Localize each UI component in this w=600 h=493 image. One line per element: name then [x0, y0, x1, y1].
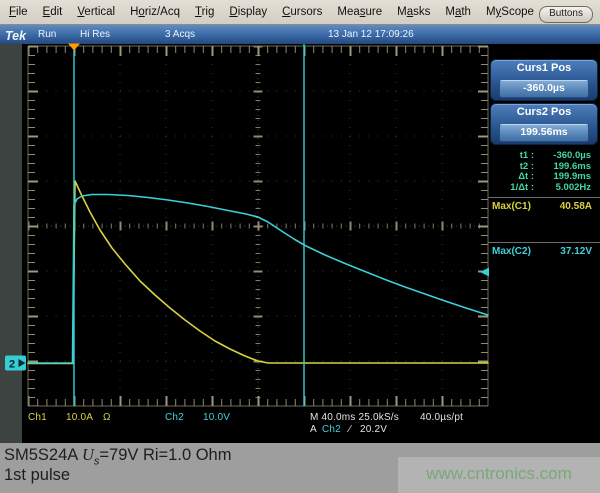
- separator: [488, 242, 600, 243]
- cursor-delta-readout: t1 :-360.0µst2 :199.6msΔt :199.9ms1/Δt :…: [488, 150, 598, 192]
- cursor2-pos-value[interactable]: 199.56ms: [499, 124, 589, 142]
- caption-conditions: =79V Ri=1.0 Ohm: [99, 446, 231, 464]
- cursor2-pos-panel: Curs2 Pos 199.56ms: [490, 103, 598, 145]
- ch1-scale[interactable]: 10.0A: [66, 412, 93, 423]
- trigger-level-marker[interactable]: [480, 268, 489, 277]
- trigger-level-readout[interactable]: 20.2V: [360, 424, 387, 435]
- readout-value: 5.002Hz: [534, 182, 598, 193]
- cursor1-pos-value[interactable]: -360.0µs: [499, 80, 589, 98]
- measurement-value: 40.58A: [560, 201, 592, 212]
- ch2-ground-marker[interactable]: 2: [5, 356, 26, 371]
- cursor1-pos-title: Curs1 Pos: [491, 62, 597, 74]
- sample-resolution: 40.0µs/pt: [420, 412, 463, 423]
- readout-value: 199.9ms: [534, 171, 598, 182]
- measurement-max-c1: Max(C1) 40.58A: [488, 201, 598, 213]
- measurement-max-c2: Max(C2) 37.12V: [488, 246, 598, 258]
- cursor-readout-row: t2 :199.6ms: [488, 161, 598, 172]
- trigger-prefix: A: [310, 424, 317, 435]
- trigger-position-marker[interactable]: [68, 44, 80, 51]
- oscilloscope-screen: FileEditVerticalHoriz/AcqTrigDisplayCurs…: [0, 0, 600, 493]
- cursor1-pos-panel: Curs1 Pos -360.0µs: [490, 59, 598, 101]
- readout-label: Δt :: [488, 171, 534, 182]
- readout-value: -360.0µs: [534, 150, 598, 161]
- timebase-readout[interactable]: M 40.0ms 25.0kS/s: [310, 412, 399, 423]
- ch2-trace: [28, 195, 488, 364]
- readout-label: t1 :: [488, 150, 534, 161]
- cursor-readout-row: t1 :-360.0µs: [488, 150, 598, 161]
- svg-text:2: 2: [9, 359, 15, 371]
- ch1-label[interactable]: Ch1: [28, 412, 47, 423]
- caption-area: SM5S24A Us=79V Ri=1.0 Ohm 1st pulse www.…: [0, 443, 600, 493]
- cursor-readout-row: Δt :199.9ms: [488, 171, 598, 182]
- measurement-label: Max(C2): [492, 246, 531, 257]
- caption-line2: 1st pulse: [4, 466, 70, 485]
- measurement-label: Max(C1): [492, 201, 531, 212]
- cursor2-pos-title: Curs2 Pos: [491, 106, 597, 118]
- buttons-button[interactable]: Buttons: [539, 6, 593, 23]
- trigger-slope-icon: ∕: [349, 424, 351, 435]
- ch2-scale[interactable]: 10.0V: [203, 412, 230, 423]
- cursor-readout-row: 1/Δt :5.002Hz: [488, 182, 598, 193]
- readout-value: 199.6ms: [534, 161, 598, 172]
- caption-variable: U: [82, 445, 94, 464]
- ch1-coupling-icon: Ω: [103, 412, 111, 423]
- caption-line1: SM5S24A Us=79V Ri=1.0 Ohm: [4, 445, 231, 467]
- separator: [488, 197, 600, 198]
- watermark: www.cntronics.com: [398, 457, 600, 493]
- readout-label: 1/Δt :: [488, 182, 534, 193]
- caption-model: SM5S24A: [4, 446, 82, 464]
- measurement-value: 37.12V: [560, 246, 592, 257]
- ch2-label[interactable]: Ch2: [165, 412, 184, 423]
- trigger-source[interactable]: Ch2: [322, 424, 341, 435]
- readout-label: t2 :: [488, 161, 534, 172]
